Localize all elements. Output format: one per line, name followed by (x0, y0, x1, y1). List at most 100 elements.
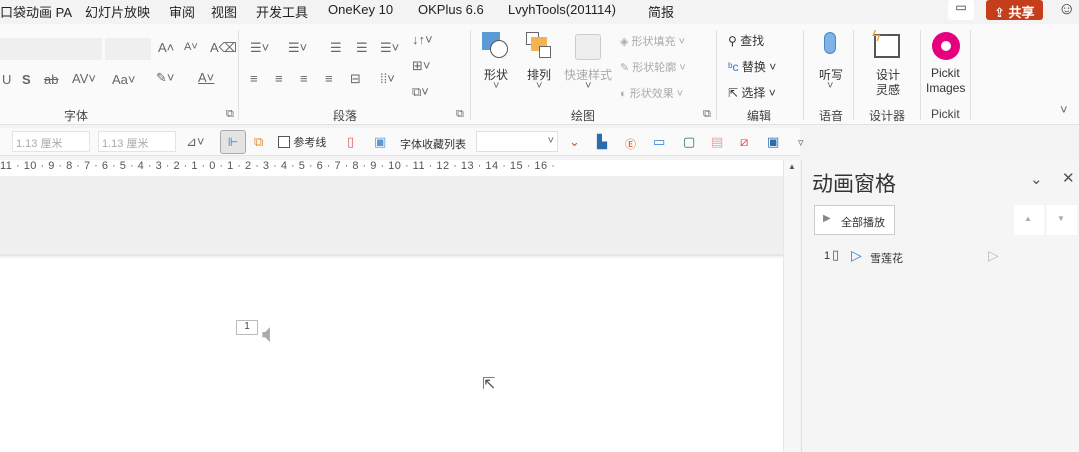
frame-icon[interactable]: ▢ (683, 134, 695, 150)
move-up-button[interactable]: ▲ (1014, 205, 1044, 235)
line-spacing-icon[interactable]: ☰˅ (380, 40, 399, 56)
chevron-down-icon: ˅ (585, 80, 592, 92)
font-name-select[interactable] (0, 38, 102, 60)
font-favorites-label: 字体收藏列表 (400, 139, 466, 151)
align-center-icon[interactable]: ≡ (275, 71, 283, 86)
animation-tag[interactable]: 1 (236, 320, 258, 335)
align-tool-icon[interactable]: ⊩ (220, 130, 246, 154)
divider (470, 30, 471, 120)
justify-icon[interactable]: ≡ (325, 71, 333, 86)
shape-height-input[interactable]: 1.13 厘米 (12, 131, 90, 152)
down-arrow-icon: ▼ (1057, 214, 1065, 223)
underline-icon[interactable]: U (2, 72, 11, 87)
vertical-scrollbar[interactable]: ▲ (783, 160, 800, 452)
divider (970, 30, 971, 120)
horizontal-ruler: 11 · 10 · 9 · 8 · 7 · 6 · 5 · 4 · 3 · 2 … (0, 160, 783, 176)
highlight-icon[interactable]: ✎˅ (156, 70, 174, 86)
numbering-icon[interactable]: ☰˅ (288, 40, 307, 56)
align-right-icon[interactable]: ≡ (300, 71, 308, 86)
menu-pocket-animation[interactable]: 口袋动画 PA (0, 2, 72, 21)
voice-group-label: 语音 (819, 109, 844, 123)
align-left-icon[interactable]: ≡ (250, 71, 258, 86)
audio-speaker-icon[interactable]: 🔈︎ (262, 318, 278, 350)
timeline-bar-icon: ▷ (988, 247, 999, 263)
menu-slideshow[interactable]: 幻灯片放映 (85, 2, 150, 21)
menu-okplus[interactable]: OKPlus 6.6 (418, 2, 484, 17)
pickit-group-label: Pickit (931, 107, 960, 121)
font-size-select[interactable] (105, 38, 151, 60)
decrease-font-icon[interactable]: A˅ (184, 41, 198, 53)
tool-bird-icon[interactable]: ⌄ (569, 134, 580, 150)
customize-toolbar-icon[interactable]: ▿ (798, 136, 804, 149)
clear-format-icon[interactable]: A⌫ (210, 40, 237, 56)
designer-group-label: 设计器 (869, 109, 906, 123)
columns-icon[interactable]: ⁞⁞˅ (380, 71, 395, 86)
screen-icon[interactable]: ▣ (767, 134, 779, 150)
selection-pane-icon[interactable]: ⧉ (254, 134, 263, 150)
page-icon[interactable]: ▤ (711, 134, 723, 150)
distributed-icon[interactable]: ⊟ (350, 71, 361, 87)
menu-lvyhtools[interactable]: LvyhTools(201114) (508, 2, 616, 17)
text-direction-icon[interactable]: ↓↑˅ (412, 32, 433, 47)
rotate-icon[interactable]: ⊿˅ (186, 134, 204, 150)
comments-icon[interactable]: ▭ (948, 0, 974, 20)
font-favorites-select[interactable]: ˅ (476, 131, 558, 152)
shape-outline-button[interactable]: ✎ 形状轮廓 ˅ (620, 59, 686, 75)
replace-icon: ᵇc (728, 60, 742, 74)
picture-icon[interactable]: ▣ (374, 134, 386, 150)
increase-font-icon[interactable]: A˄ (158, 40, 174, 55)
canvas-background (0, 176, 783, 256)
increase-indent-icon[interactable]: ☰ (356, 40, 368, 56)
close-pane-icon[interactable]: ✕ (1062, 169, 1075, 187)
shape-width-input[interactable]: 1.13 厘米 (98, 131, 176, 152)
up-arrow-icon: ▲ (1024, 214, 1032, 223)
menu-developer[interactable]: 开发工具 (256, 2, 308, 21)
share-button[interactable]: ⇪ 共享 (986, 0, 1043, 20)
replace-button[interactable]: ᵇc 替换 ˅ (728, 58, 776, 75)
menu-briefing[interactable]: 简报 (648, 2, 674, 21)
shadow-icon[interactable]: S (22, 72, 31, 87)
design-ideas-label-2: 灵感 (876, 83, 901, 97)
menu-review[interactable]: 审阅 (169, 2, 195, 21)
animation-pane: 动画窗格 ⌄ ✕ ▶ 全部播放 ▲ ▼ 1 ▯ ▷ 雪莲花 ▷ (801, 160, 1079, 452)
paragraph-dialog-launcher-icon[interactable]: ⧉ (456, 108, 464, 121)
guides-checkbox[interactable]: 参考线 (278, 134, 326, 150)
tool-ex-icon[interactable]: Ⓔ (625, 136, 636, 152)
feedback-smiley-icon[interactable]: ☺ (1058, 0, 1075, 19)
collapse-ribbon-icon[interactable]: ˅ (1060, 102, 1068, 117)
ruler-icon[interactable]: ▭ (653, 134, 665, 150)
play-all-button[interactable]: ▶ 全部播放 (814, 205, 895, 235)
pane-options-chevron-icon[interactable]: ⌄ (1030, 170, 1043, 188)
shape-fill-button[interactable]: ◈ 形状填充 ˅ (620, 33, 685, 49)
divider (716, 30, 717, 120)
align-text-icon[interactable]: ⊞˅ (412, 58, 430, 74)
font-dialog-launcher-icon[interactable]: ⧉ (226, 108, 234, 121)
editing-group-label: 编辑 (747, 109, 772, 123)
change-case-icon[interactable]: Aa˅ (112, 72, 136, 87)
slide-icon[interactable]: ▯ (347, 134, 354, 150)
chevron-down-icon: ˅ (547, 135, 554, 147)
select-button[interactable]: ⇱ 选择 ˅ (728, 84, 776, 101)
decrease-indent-icon[interactable]: ☰ (330, 40, 342, 56)
char-spacing-icon[interactable]: AV˅ (72, 71, 96, 86)
menu-view[interactable]: 视图 (211, 2, 237, 21)
find-button[interactable]: ⚲ 查找 (728, 32, 764, 49)
font-color-icon[interactable]: A˅ (198, 70, 214, 85)
strikethrough-icon[interactable]: ab (44, 72, 58, 87)
move-down-button[interactable]: ▼ (1047, 205, 1077, 235)
pane-title: 动画窗格 (812, 173, 896, 196)
smartart-icon[interactable]: ⧉˅ (412, 84, 429, 100)
crop-icon[interactable]: ⧄ (740, 134, 748, 150)
quick-toolbar: 1.13 厘米 1.13 厘米 ⊿˅ ⊩ ⧉ 参考线 ▯ ▣ 字体收藏列表 ˅ … (0, 128, 804, 156)
bullets-icon[interactable]: ☰˅ (250, 40, 269, 56)
tool-layers-icon[interactable]: ▙ (597, 134, 607, 150)
shape-effects-button[interactable]: ◐ 形状效果 ˅ (620, 85, 683, 101)
microphone-icon (824, 32, 836, 54)
chevron-down-icon: ˅ (827, 80, 834, 92)
scroll-up-icon[interactable]: ▲ (788, 162, 796, 171)
drawing-dialog-launcher-icon[interactable]: ⧉ (703, 108, 711, 121)
menu-onekey[interactable]: OneKey 10 (328, 2, 393, 17)
pickit-button[interactable]: Pickit (931, 66, 960, 80)
search-icon: ⚲ (728, 34, 741, 48)
animation-list-item[interactable]: 1 ▯ ▷ 雪莲花 ▷ (812, 246, 1072, 268)
